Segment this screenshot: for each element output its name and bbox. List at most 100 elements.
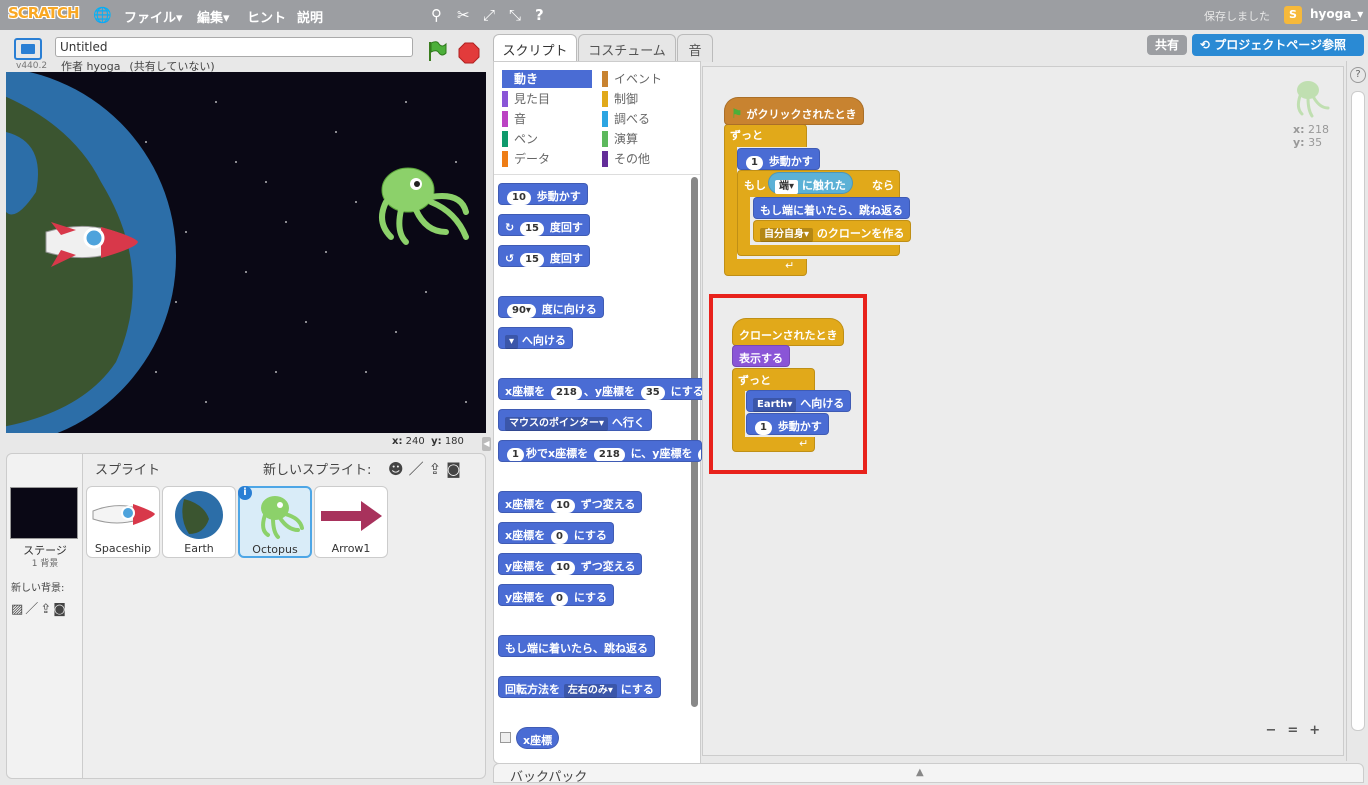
fullscreen-icon[interactable] [14,38,42,60]
green-flag-icon: ⚑ [731,107,743,122]
category-list-left: 動き 見た目 音 ペン データ [502,70,592,170]
paint-backdrop-icon[interactable]: ▨ [11,602,25,617]
backpack-expand-icon[interactable]: ▲ [916,767,924,778]
delete-scissors-icon[interactable]: ✂ [457,6,470,24]
palette-block-change-x[interactable]: x座標を 10 ずつ変える [498,491,643,513]
stage-header: v440.2 Untitled 作者 hyoga_ (共有していない) [6,34,486,73]
sprite-name: Octopus [252,543,298,556]
help-icon[interactable]: ? [535,6,544,24]
user-menu[interactable]: hyoga_▾ [1310,7,1363,21]
palette-block-point-direction[interactable]: 90▾ 度に向ける [498,296,604,318]
xpos-checkbox[interactable] [500,732,511,743]
sprite-name: Arrow1 [331,542,371,555]
sprite-library-icon[interactable]: ☻ [388,460,409,478]
category-control[interactable]: 制御 [602,90,638,108]
project-title-input[interactable]: Untitled [55,37,413,57]
camera-sprite-icon[interactable]: ◙ [446,460,466,478]
script1-hat-flag-clicked[interactable]: ⚑ がクリックされたとき [724,97,864,125]
project-page-button[interactable]: ⟲ プロジェクトページ参照 [1192,34,1364,56]
palette-block-move[interactable]: 10 歩動かす [498,183,588,205]
scratch-logo[interactable]: SCRATCH [8,4,80,22]
paint-sprite-icon[interactable]: ／ [409,460,429,478]
category-motion[interactable]: 動き [502,70,592,88]
palette-block-set-y[interactable]: y座標を 0 にする [498,584,614,606]
palette-block-turn-left[interactable]: ↺ 15 度回す [498,245,590,267]
script2-show-block[interactable]: 表示する [732,345,790,367]
touching-condition[interactable]: 端▾ に触れた [768,172,853,194]
sprite-name: Spaceship [94,542,152,555]
palette-block-rotation-style[interactable]: 回転方法を 左右のみ▾ にする [498,676,661,698]
category-events[interactable]: イベント [602,70,662,88]
palette-block-change-y[interactable]: y座標を 10 ずつ変える [498,553,643,575]
palette-block-set-x[interactable]: x座標を 0 にする [498,522,614,544]
palette-block-bounce[interactable]: もし端に着いたら、跳ね返る [498,635,655,657]
shrink-icon[interactable]: ⤡ [509,6,521,24]
if-label: もし [744,179,766,192]
grow-icon[interactable]: ⤢ [483,6,495,24]
current-sprite-thumbnail [1288,76,1332,123]
rotate-right-icon: ↻ [505,221,515,234]
palette-block-point-towards[interactable]: ▾ へ向ける [498,327,573,349]
palette-reporter-xpos[interactable]: x座標 [516,727,560,749]
palette-block-glide[interactable]: 1秒でx座標を 218 に、y座標を 3 [498,440,702,462]
zoom-controls: − = + [1262,723,1336,745]
category-sensing[interactable]: 調べる [602,110,650,128]
sprite-thumb-spaceship[interactable]: Spaceship [86,486,160,558]
category-pen[interactable]: ペン [502,130,538,148]
user-avatar[interactable]: S [1284,6,1302,24]
category-looks[interactable]: 見た目 [502,90,550,108]
stage-thumbnail[interactable] [10,487,78,539]
palette-block-goto-xy[interactable]: x座標を 218 、y座標を 35 にする [498,378,711,400]
draw-backdrop-icon[interactable]: ／ [25,602,40,617]
menu-bar: SCRATCH 🌐 ファイル▾ 編集▾ ヒント 説明 ⚲ ✂ ⤢ ⤡ ? 保存し… [0,0,1368,30]
sprite-info-icon[interactable]: i [238,486,252,500]
category-data[interactable]: データ [502,150,550,168]
script1-bounce-block[interactable]: もし端に着いたら、跳ね返る [753,197,910,219]
share-button[interactable]: 共有 [1147,35,1187,55]
camera-backdrop-icon[interactable]: ◙ [53,602,68,617]
palette-block-goto[interactable]: マウスのポインター▾ へ行く [498,409,652,431]
duplicate-stamp-icon[interactable]: ⚲ [431,6,442,24]
sprites-title: スプライト [95,463,161,478]
green-flag-icon[interactable] [427,40,447,62]
collapse-stage-button[interactable]: ◀ [482,437,491,451]
script2-point-towards-block[interactable]: Earth▾ へ向ける [746,390,852,412]
edit-menu[interactable]: 編集▾ [197,7,230,26]
stop-icon[interactable] [458,42,480,64]
tab-sounds[interactable]: 音 [677,34,713,62]
stage-canvas[interactable] [6,72,486,433]
zoom-out-icon[interactable]: − [1262,723,1280,741]
stage-backdrop-count: 1 背景 [31,559,59,569]
stage-mouse-coords: x: 240 y: 180 [392,436,464,447]
zoom-reset-icon[interactable]: = [1284,723,1302,741]
help-question-icon[interactable]: ? [1350,67,1366,83]
sprite-pane: ステージ 1 背景 新しい背景: ▨／⇪◙ スプライト 新しいスプライト: ☻／… [6,453,486,779]
palette-block-turn-right[interactable]: ↻ 15 度回す [498,214,590,236]
upload-backdrop-icon[interactable]: ⇪ [40,602,53,617]
tab-scripts[interactable]: スクリプト [493,34,577,62]
category-sound[interactable]: 音 [502,110,526,128]
script2-move-block[interactable]: 1 歩動かす [746,413,829,435]
category-more[interactable]: その他 [602,150,650,168]
octopus-sprite [379,167,469,245]
backpack-bar[interactable]: バックパック ▲ [493,763,1364,785]
script1-move-block[interactable]: 1 歩動かす [737,148,820,170]
script2-hat-when-cloned[interactable]: クローンされたとき [732,318,845,346]
about-menu[interactable]: 説明 [297,7,323,26]
sprite-thumb-earth[interactable]: Earth [162,486,236,558]
upload-sprite-icon[interactable]: ⇪ [429,460,447,478]
language-globe-icon[interactable]: 🌐 [93,6,112,24]
category-list-right: イベント 制御 調べる 演算 その他 [602,70,692,170]
help-panel-tab[interactable] [1351,91,1365,731]
sprite-name: Earth [184,542,214,555]
forever-label: ずっと [738,374,771,387]
sprite-thumb-arrow1[interactable]: Arrow1 [314,486,388,558]
file-menu[interactable]: ファイル▾ [124,7,183,26]
script1-create-clone-block[interactable]: 自分自身▾ のクローンを作る [753,220,912,242]
tips-menu[interactable]: ヒント [247,7,286,26]
sprite-thumb-octopus[interactable]: i Octopus [238,486,312,558]
new-backdrop-label: 新しい背景: [11,583,65,594]
tab-costumes[interactable]: コスチューム [578,34,676,62]
zoom-in-icon[interactable]: + [1306,723,1324,741]
category-operators[interactable]: 演算 [602,130,638,148]
